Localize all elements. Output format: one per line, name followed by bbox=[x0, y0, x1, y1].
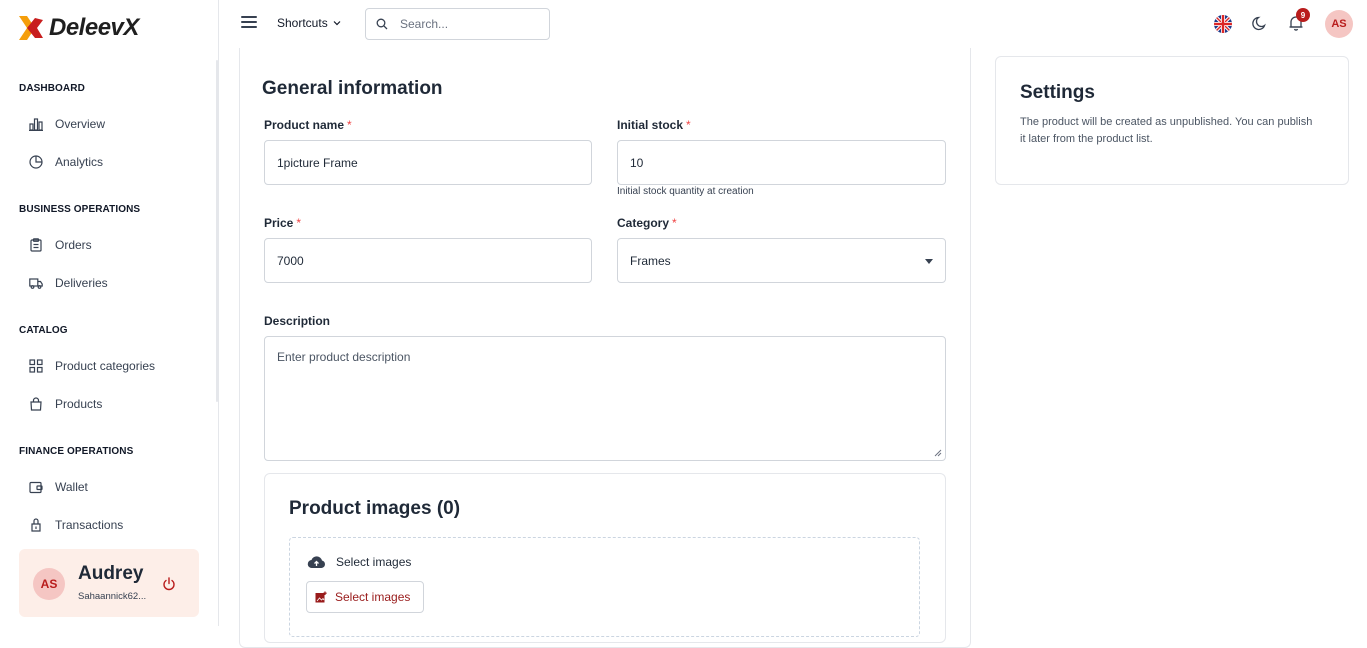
shortcuts-dropdown[interactable]: Shortcuts bbox=[277, 16, 341, 30]
select-images-button-label: Select images bbox=[335, 590, 411, 604]
category-select[interactable]: Frames bbox=[617, 238, 946, 283]
notification-badge: 9 bbox=[1296, 8, 1310, 22]
uk-flag-icon[interactable] bbox=[1214, 15, 1232, 33]
grid-icon bbox=[29, 359, 43, 373]
category-label: Category * bbox=[617, 216, 677, 230]
product-name-label: Product name * bbox=[264, 118, 352, 132]
sidebar-item-label: Wallet bbox=[55, 480, 88, 494]
section-title-business-operations: BUSINESS OPERATIONS bbox=[19, 204, 141, 215]
pie-chart-icon bbox=[29, 155, 43, 169]
sidebar-item-label: Deliveries bbox=[55, 276, 108, 290]
select-images-button[interactable]: Select images bbox=[306, 581, 424, 613]
upload-prompt: Select images bbox=[307, 555, 411, 569]
hamburger-menu-icon[interactable] bbox=[241, 16, 257, 30]
sidebar-item-deliveries[interactable]: Deliveries bbox=[29, 273, 108, 293]
sidebar-item-transactions[interactable]: Transactions bbox=[29, 515, 123, 535]
description-field[interactable] bbox=[264, 336, 946, 461]
shortcuts-label: Shortcuts bbox=[277, 16, 328, 30]
brand-name: DeleevX bbox=[49, 14, 139, 41]
brand-logo[interactable]: DeleevX bbox=[17, 14, 139, 42]
price-field[interactable] bbox=[264, 238, 592, 283]
clipboard-icon bbox=[29, 238, 43, 252]
add-image-icon bbox=[315, 591, 327, 603]
sidebar-item-label: Transactions bbox=[55, 518, 124, 532]
description-textarea[interactable] bbox=[277, 350, 933, 450]
bar-chart-icon bbox=[29, 117, 43, 131]
moon-icon[interactable] bbox=[1252, 15, 1268, 31]
page-title: General information bbox=[262, 78, 443, 99]
description-label: Description bbox=[264, 314, 331, 328]
sidebar-item-product-categories[interactable]: Product categories bbox=[29, 356, 155, 376]
power-icon[interactable] bbox=[162, 577, 176, 591]
initial-stock-helper: Initial stock quantity at creation bbox=[617, 186, 754, 197]
product-name-input[interactable] bbox=[277, 155, 591, 170]
shopping-bag-icon bbox=[29, 397, 43, 411]
sidebar-scrollbar[interactable] bbox=[216, 60, 218, 402]
sidebar-item-products[interactable]: Products bbox=[29, 394, 102, 414]
sidebar-item-orders[interactable]: Orders bbox=[29, 235, 92, 255]
logo-mark-icon bbox=[17, 14, 45, 42]
sidebar: DeleevX DASHBOARD Overview Analytics BUS… bbox=[0, 0, 219, 626]
price-label: Price * bbox=[264, 216, 302, 230]
price-input[interactable] bbox=[277, 253, 591, 268]
settings-description: The product will be created as unpublish… bbox=[1020, 116, 1313, 145]
sidebar-item-label: Overview bbox=[55, 117, 106, 131]
section-title-dashboard: DASHBOARD bbox=[19, 83, 85, 94]
avatar[interactable]: AS bbox=[33, 568, 65, 600]
select-images-label: Select images bbox=[336, 555, 412, 569]
section-title-catalog: CATALOG bbox=[19, 325, 68, 336]
sidebar-item-label: Orders bbox=[55, 238, 92, 252]
sidebar-item-label: Products bbox=[55, 397, 103, 411]
sidebar-item-label: Analytics bbox=[55, 155, 104, 169]
category-value: Frames bbox=[630, 253, 671, 268]
product-images-title: Product images (0) bbox=[289, 498, 461, 519]
sidebar-item-wallet[interactable]: Wallet bbox=[29, 477, 88, 497]
user-email: Sahaannick62... bbox=[78, 591, 147, 602]
initial-stock-input[interactable] bbox=[630, 155, 945, 170]
transactions-icon bbox=[29, 518, 43, 532]
caret-down-icon bbox=[925, 259, 933, 264]
initial-stock-field[interactable] bbox=[617, 140, 946, 185]
truck-icon bbox=[29, 276, 43, 290]
section-title-finance-operations: FINANCE OPERATIONS bbox=[19, 446, 134, 457]
product-name-field[interactable] bbox=[264, 140, 592, 185]
search-box[interactable] bbox=[365, 8, 550, 40]
sidebar-item-analytics[interactable]: Analytics bbox=[29, 152, 103, 172]
settings-title: Settings bbox=[1020, 82, 1095, 103]
initial-stock-label: Initial stock * bbox=[617, 118, 691, 132]
cloud-upload-icon bbox=[307, 556, 325, 569]
sidebar-item-label: Product categories bbox=[55, 359, 156, 373]
search-input[interactable] bbox=[400, 17, 530, 31]
avatar[interactable]: AS bbox=[1325, 10, 1353, 38]
wallet-icon bbox=[29, 480, 43, 494]
sidebar-item-overview[interactable]: Overview bbox=[29, 114, 105, 134]
search-icon bbox=[376, 18, 388, 30]
topbar: Shortcuts 9 AS bbox=[219, 0, 1367, 48]
user-name: Audrey bbox=[78, 563, 144, 584]
chevron-down-icon bbox=[333, 21, 341, 26]
user-card[interactable]: AS Audrey Sahaannick62... bbox=[19, 549, 199, 617]
resize-handle-icon[interactable] bbox=[934, 449, 942, 457]
